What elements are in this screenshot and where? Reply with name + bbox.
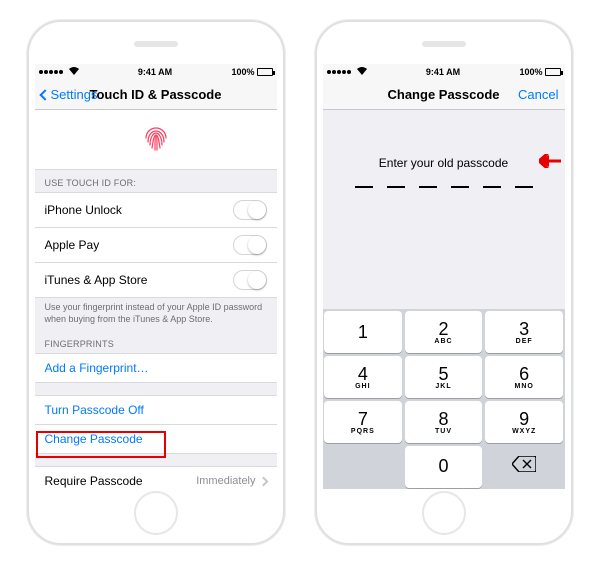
status-time: 9:41 AM (367, 67, 520, 77)
screen: 9:41 AM 100% Change Passcode Cancel Ente… (323, 64, 565, 489)
fingerprint-graphic-area (35, 110, 277, 170)
key-1[interactable]: 1 (324, 311, 402, 353)
row-label: Add a Fingerprint… (45, 361, 267, 375)
row-label: Turn Passcode Off (45, 403, 267, 417)
row-iphone-unlock[interactable]: iPhone Unlock (35, 192, 277, 228)
key-0[interactable]: 0 (405, 446, 483, 488)
row-change-passcode[interactable]: Change Passcode (35, 425, 277, 454)
row-itunes-app-store[interactable]: iTunes & App Store (35, 263, 277, 298)
annotation-arrow-icon (539, 154, 561, 171)
key-9[interactable]: 9WXYZ (485, 401, 563, 443)
phone-change-passcode: 9:41 AM 100% Change Passcode Cancel Ente… (315, 20, 573, 545)
navbar: Settings Touch ID & Passcode (35, 80, 277, 110)
section-header-use-for: USE TOUCH ID FOR: (35, 170, 277, 192)
wifi-icon (357, 67, 367, 77)
chevron-left-icon (39, 89, 50, 100)
row-label: iPhone Unlock (45, 203, 233, 217)
screen: 9:41 AM 100% Settings Touch ID & Passcod… (35, 64, 277, 489)
fingerprint-icon (138, 120, 174, 159)
row-add-fingerprint[interactable]: Add a Fingerprint… (35, 353, 277, 383)
numeric-keypad: 1 2ABC 3DEF 4GHI 5JKL 6MNO 7PQRS 8TUV 9W… (323, 309, 565, 489)
back-label: Settings (51, 87, 98, 102)
cancel-button[interactable]: Cancel (518, 87, 558, 102)
chevron-right-icon (258, 476, 268, 486)
section-header-fingerprints: FINGERPRINTS (35, 331, 277, 353)
key-backspace[interactable] (485, 446, 563, 488)
prompt-area: Enter your old passcode (323, 110, 565, 198)
row-turn-passcode-off[interactable]: Turn Passcode Off (35, 395, 277, 425)
back-button[interactable]: Settings (41, 87, 98, 102)
wifi-icon (69, 67, 79, 77)
phone-touch-id-settings: 9:41 AM 100% Settings Touch ID & Passcod… (27, 20, 285, 545)
key-5[interactable]: 5JKL (405, 356, 483, 398)
navbar: Change Passcode Cancel (323, 80, 565, 110)
row-label: Change Passcode (45, 432, 267, 446)
signal-icon (39, 70, 63, 74)
key-4[interactable]: 4GHI (324, 356, 402, 398)
key-6[interactable]: 6MNO (485, 356, 563, 398)
key-8[interactable]: 8TUV (405, 401, 483, 443)
toggle-itunes-app-store[interactable] (233, 270, 267, 290)
key-blank (324, 446, 402, 488)
status-bar: 9:41 AM 100% (323, 64, 565, 80)
backspace-icon (512, 456, 536, 477)
battery-indicator: 100% (519, 67, 560, 77)
section-footer-use-for: Use your fingerprint instead of your App… (35, 298, 277, 331)
row-label: iTunes & App Store (45, 273, 233, 287)
row-label: Require Passcode (45, 474, 197, 488)
battery-indicator: 100% (231, 67, 272, 77)
key-3[interactable]: 3DEF (485, 311, 563, 353)
key-2[interactable]: 2ABC (405, 311, 483, 353)
row-require-passcode[interactable]: Require Passcode Immediately (35, 466, 277, 489)
row-label: Apple Pay (45, 238, 233, 252)
signal-icon (327, 70, 351, 74)
status-time: 9:41 AM (79, 67, 232, 77)
prompt-text: Enter your old passcode (333, 156, 555, 170)
row-apple-pay[interactable]: Apple Pay (35, 228, 277, 263)
passcode-dashes (333, 186, 555, 188)
key-7[interactable]: 7PQRS (324, 401, 402, 443)
status-bar: 9:41 AM 100% (35, 64, 277, 80)
row-detail-value: Immediately (196, 475, 255, 487)
toggle-iphone-unlock[interactable] (233, 200, 267, 220)
toggle-apple-pay[interactable] (233, 235, 267, 255)
